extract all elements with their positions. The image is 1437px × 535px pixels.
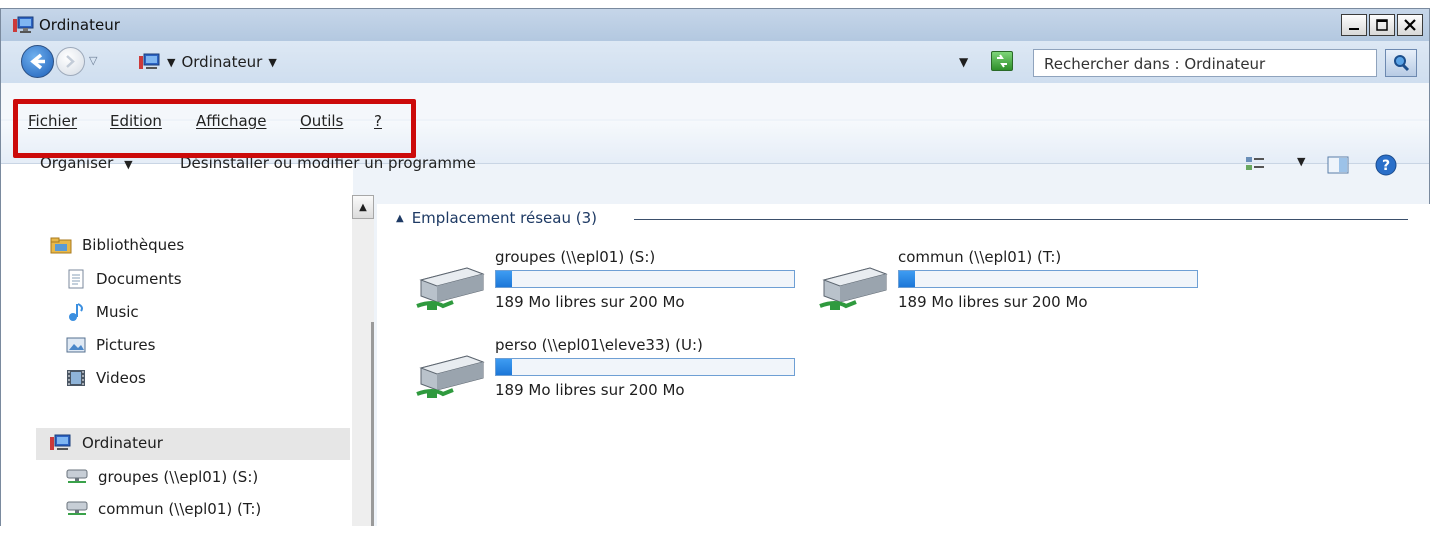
- videos-icon: [67, 370, 85, 386]
- search-button[interactable]: [1385, 49, 1417, 77]
- back-arrow-icon: [30, 53, 45, 70]
- chevron-down-icon[interactable]: ▼: [167, 56, 175, 69]
- computer-icon: [50, 434, 71, 450]
- computer-icon: [139, 53, 160, 69]
- sidebar-item-label: Videos: [96, 369, 146, 387]
- search-icon: [1394, 55, 1410, 72]
- menu-highlight-box: [13, 99, 416, 158]
- music-icon: [69, 303, 83, 321]
- title-bar[interactable]: Ordinateur: [1, 9, 1429, 41]
- preview-pane-icon[interactable]: [1327, 155, 1349, 175]
- drive-tile-commun[interactable]: commun (\\epl01) (T:) 189 Mo libres sur …: [816, 248, 1206, 318]
- address-path: Ordinateur: [181, 53, 263, 71]
- drive-usage-bar: [495, 270, 795, 288]
- recent-pages-dropdown[interactable]: ▽: [89, 54, 97, 67]
- address-row: ▽ ▼ Ordinateur ▼ ▼ Rechercher dans : Ord…: [1, 41, 1429, 83]
- drive-free-space: 189 Mo libres sur 200 Mo: [898, 293, 1088, 311]
- group-divider: [634, 219, 1408, 220]
- network-drive-icon: [66, 469, 88, 483]
- chevron-down-icon[interactable]: ▼: [268, 56, 276, 69]
- help-icon[interactable]: ?: [1374, 153, 1398, 177]
- chevron-down-icon: ▼: [124, 158, 133, 171]
- refresh-icon: [997, 54, 1007, 68]
- drive-name: commun (\\epl01) (T:): [898, 248, 1062, 266]
- sidebar-item-label: Music: [96, 303, 139, 321]
- minimize-icon: [1349, 28, 1359, 30]
- address-history-dropdown[interactable]: ▼: [959, 55, 968, 69]
- maximize-button[interactable]: [1369, 14, 1395, 36]
- close-button[interactable]: [1397, 14, 1423, 36]
- back-button[interactable]: [21, 45, 54, 78]
- sidebar-item-label: Ordinateur: [82, 434, 163, 452]
- address-bar[interactable]: ▼ Ordinateur ▼: [139, 53, 277, 71]
- computer-icon: [13, 16, 34, 33]
- refresh-button[interactable]: [991, 51, 1013, 71]
- sidebar-item-label: Documents: [96, 270, 182, 288]
- sidebar-item-pictures[interactable]: Pictures: [66, 335, 155, 355]
- network-drive-icon: [819, 267, 888, 310]
- sidebar-item-documents[interactable]: Documents: [66, 269, 182, 289]
- drive-usage-bar: [898, 270, 1198, 288]
- drive-name: perso (\\epl01\eleve33) (U:): [495, 336, 703, 354]
- close-icon: [1404, 19, 1416, 31]
- drive-tile-groupes[interactable]: groupes (\\epl01) (S:) 189 Mo libres sur…: [413, 248, 803, 318]
- view-options-icon[interactable]: [1245, 155, 1265, 175]
- sidebar-item-videos[interactable]: Videos: [66, 368, 146, 388]
- collapse-triangle-icon[interactable]: ▲: [396, 213, 404, 224]
- group-header[interactable]: ▲ Emplacement réseau (3): [396, 209, 597, 227]
- drive-usage-bar: [495, 358, 795, 376]
- view-dropdown[interactable]: ▼: [1297, 155, 1305, 168]
- libraries-icon: [50, 237, 72, 254]
- sidebar-item-libraries[interactable]: Bibliothèques: [50, 236, 184, 254]
- pictures-icon: [66, 337, 86, 353]
- drive-usage-fill: [496, 359, 513, 375]
- sidebar-item-music[interactable]: Music: [66, 302, 139, 322]
- up-arrow-icon: ▲: [359, 201, 367, 213]
- scroll-thumb[interactable]: [371, 322, 374, 526]
- window-title: Ordinateur: [39, 16, 120, 34]
- forward-arrow-icon: [66, 55, 75, 68]
- drive-tile-perso[interactable]: perso (\\epl01\eleve33) (U:) 189 Mo libr…: [413, 336, 803, 406]
- drive-name: groupes (\\epl01) (S:): [495, 248, 656, 266]
- network-drive-icon: [416, 267, 485, 310]
- sidebar-item-computer[interactable]: Ordinateur: [50, 434, 163, 452]
- group-title: Emplacement réseau (3): [411, 209, 597, 227]
- sidebar-item-label: groupes (\\epl01) (S:): [98, 468, 259, 486]
- sidebar-item-label: Pictures: [96, 336, 156, 354]
- sidebar-item-drive-t[interactable]: commun (\\epl01) (T:): [66, 500, 261, 518]
- minimize-button[interactable]: [1341, 14, 1367, 36]
- sidebar-item-drive-s[interactable]: groupes (\\epl01) (S:): [66, 468, 258, 486]
- drive-free-space: 189 Mo libres sur 200 Mo: [495, 381, 685, 399]
- drive-usage-fill: [899, 271, 916, 287]
- network-drive-icon: [66, 501, 88, 515]
- document-icon: [68, 269, 84, 289]
- sidebar-item-label: commun (\\epl01) (T:): [98, 500, 262, 518]
- svg-text:?: ?: [1382, 158, 1390, 174]
- scroll-up-button[interactable]: ▲: [352, 195, 374, 219]
- search-input[interactable]: Rechercher dans : Ordinateur: [1033, 49, 1377, 77]
- forward-button[interactable]: [56, 47, 85, 76]
- network-drive-icon: [416, 355, 485, 398]
- drive-usage-fill: [496, 271, 513, 287]
- sidebar-item-label: Bibliothèques: [82, 236, 185, 254]
- maximize-icon: [1376, 19, 1388, 31]
- drive-free-space: 189 Mo libres sur 200 Mo: [495, 293, 685, 311]
